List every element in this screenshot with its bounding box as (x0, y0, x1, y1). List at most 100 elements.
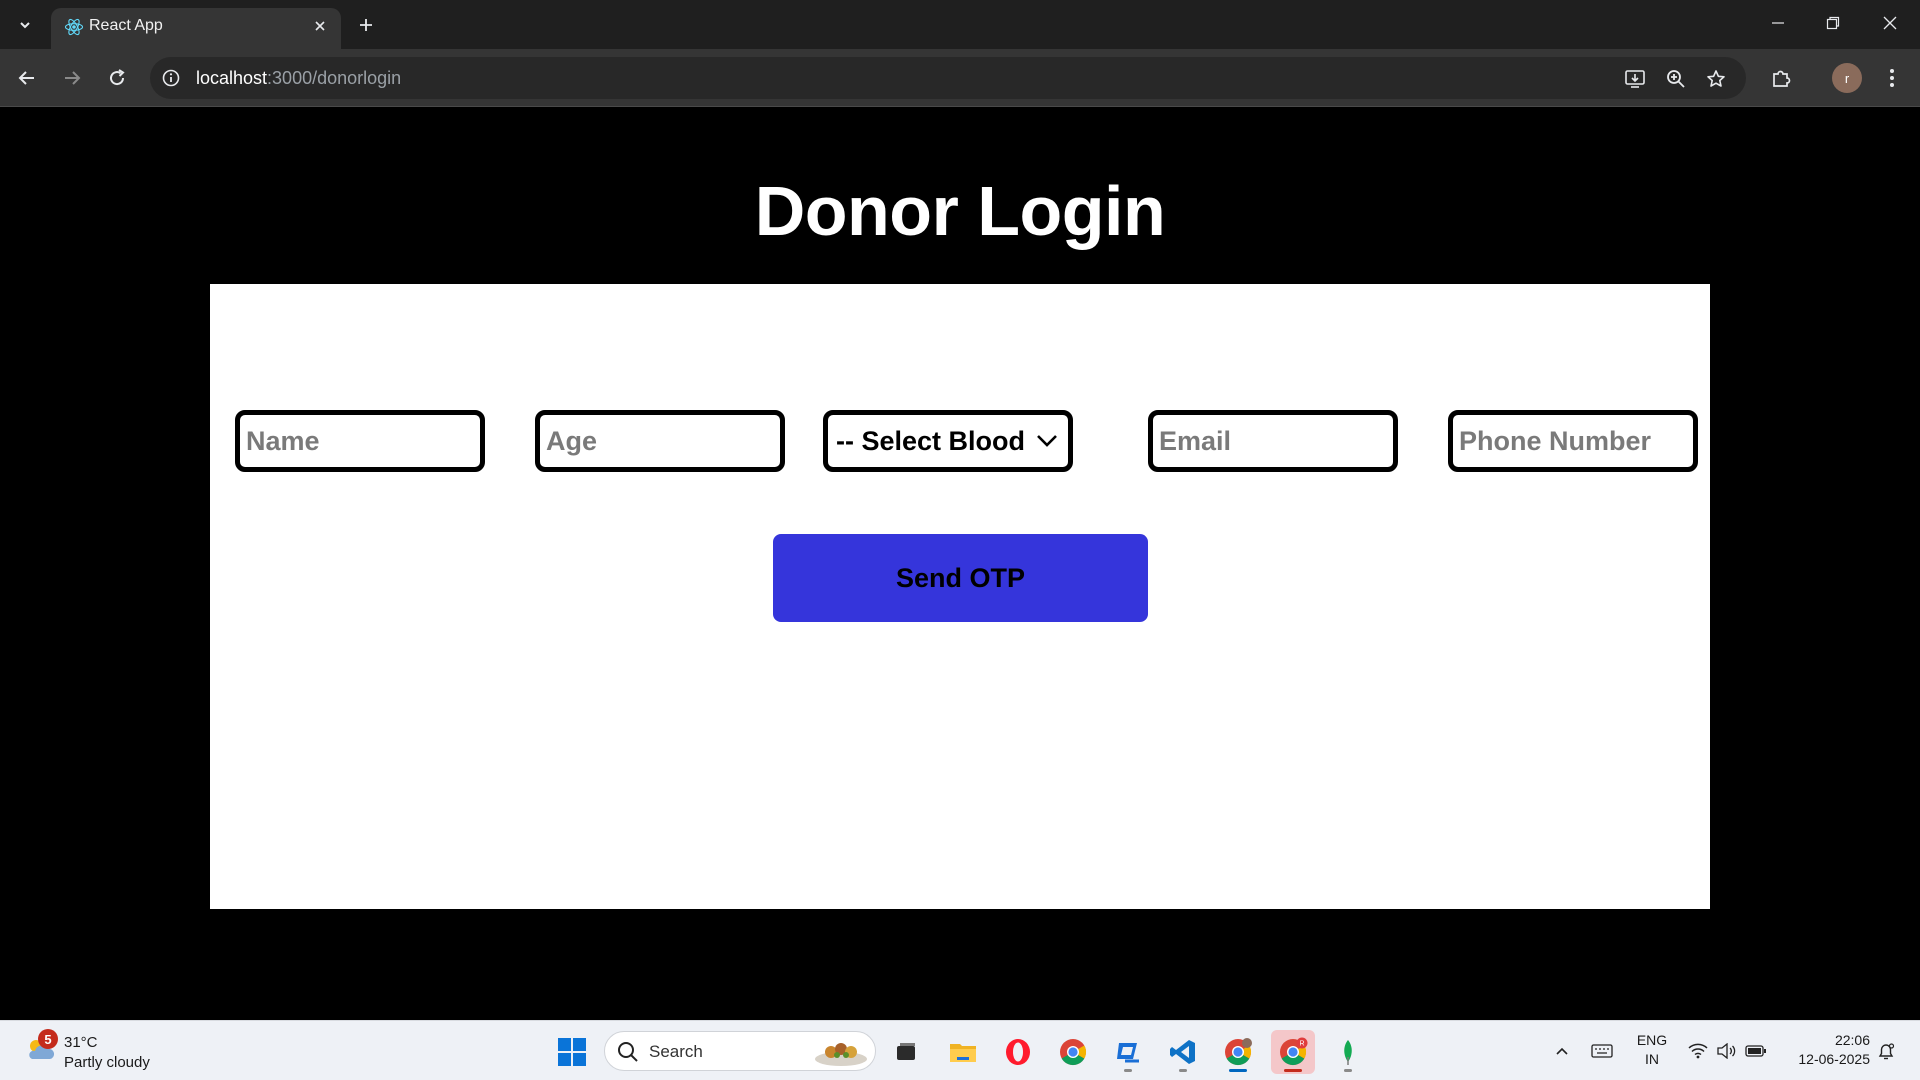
page-title: Donor Login (754, 172, 1166, 250)
weather-condition: Partly cloudy (64, 1054, 150, 1071)
browser-tab[interactable]: React App (51, 8, 341, 49)
chrome-profile-r-button[interactable] (1216, 1030, 1260, 1074)
restore-button[interactable] (1813, 8, 1853, 38)
info-icon (162, 69, 180, 87)
mongodb-compass-button[interactable] (1326, 1030, 1370, 1074)
url-text: localhost:3000/donorlogin (196, 68, 401, 88)
task-view-button[interactable] (884, 1030, 928, 1074)
running-indicator (1344, 1069, 1352, 1072)
taskbar-search[interactable]: Search (604, 1031, 876, 1071)
browser-toolbar: localhost:3000/donorlogin r (0, 49, 1920, 107)
folder-icon (950, 1044, 976, 1062)
copilot-icon (1117, 1043, 1139, 1063)
browser-menu-button[interactable] (1876, 62, 1908, 94)
blood-group-select[interactable]: -- Select Blood (823, 410, 1073, 472)
copilot-button[interactable] (1106, 1030, 1150, 1074)
volume-status[interactable] (1714, 1039, 1738, 1063)
tab-search-button[interactable] (10, 10, 40, 40)
speaker-icon (1717, 1043, 1736, 1059)
keyboard-icon (1591, 1044, 1613, 1058)
close-window-button[interactable] (1870, 8, 1910, 38)
tab-title: React App (89, 17, 163, 34)
new-tab-button[interactable] (352, 11, 380, 39)
send-otp-button[interactable]: Send OTP (773, 534, 1148, 622)
task-view-icon (897, 1043, 915, 1060)
close-icon (1883, 16, 1897, 30)
site-info-button[interactable] (160, 67, 182, 89)
plus-icon (360, 19, 372, 31)
url-host: localhost (196, 68, 268, 88)
search-label: Search (649, 1042, 703, 1061)
url-path: :3000/donorlogin (267, 68, 402, 88)
restore-icon (1826, 16, 1840, 30)
bookmark-button[interactable] (1703, 66, 1729, 92)
puzzle-icon (1773, 70, 1791, 87)
minimize-icon (1772, 22, 1784, 24)
react-logo-icon (64, 18, 84, 36)
install-icon (1625, 70, 1645, 88)
search-highlight-food-icon (815, 1043, 867, 1066)
running-indicator (1179, 1069, 1187, 1072)
taskbar-clock[interactable]: 22:06 12-06-2025 (1782, 1031, 1870, 1069)
tab-close-button[interactable] (309, 15, 331, 37)
zoom-icon (1667, 70, 1685, 88)
file-explorer-button[interactable] (941, 1030, 985, 1074)
email-input[interactable] (1148, 410, 1398, 472)
install-app-button[interactable] (1622, 66, 1648, 92)
wifi-status[interactable] (1686, 1039, 1710, 1063)
zoom-button[interactable] (1663, 66, 1689, 92)
weather-temperature: 31°C (64, 1034, 98, 1051)
show-hidden-icons-button[interactable] (1550, 1039, 1574, 1063)
chevron-down-icon (20, 22, 30, 29)
chrome-active-button[interactable]: R (1271, 1030, 1315, 1074)
extensions-button[interactable] (1765, 62, 1797, 94)
star-icon (1707, 70, 1725, 87)
chevron-up-icon (1556, 1047, 1568, 1055)
active-indicator (1284, 1069, 1302, 1072)
wifi-icon (1688, 1043, 1708, 1059)
notifications-button[interactable] (1874, 1039, 1898, 1063)
vscode-button[interactable] (1161, 1030, 1205, 1074)
opera-icon (1006, 1039, 1030, 1065)
arrow-right-icon (65, 71, 81, 85)
weather-widget[interactable]: 5 31°C Partly cloudy (20, 1029, 180, 1073)
forward-button[interactable] (56, 62, 88, 94)
age-input[interactable] (535, 410, 785, 472)
reload-button[interactable] (101, 62, 133, 94)
battery-status[interactable] (1744, 1039, 1768, 1063)
chrome-icon (1225, 1038, 1252, 1066)
clock-date: 12-06-2025 (1798, 1051, 1870, 1067)
more-vert-icon (1890, 69, 1894, 87)
chrome-profile-badge: R (1299, 1041, 1304, 1048)
running-indicator (1229, 1069, 1247, 1072)
page-viewport: Donor Login -- Select Blood Send OTP (0, 108, 1920, 1020)
vscode-icon (1170, 1040, 1195, 1064)
chrome-icon (1060, 1039, 1087, 1066)
name-input[interactable] (235, 410, 485, 472)
mongodb-leaf-icon (1344, 1040, 1352, 1065)
minimize-button[interactable] (1758, 8, 1798, 38)
windows-logo-icon (558, 1038, 586, 1066)
login-card: -- Select Blood Send OTP (210, 284, 1710, 909)
start-button[interactable] (550, 1030, 594, 1074)
address-bar[interactable]: localhost:3000/donorlogin (150, 57, 1746, 99)
running-indicator (1124, 1069, 1132, 1072)
browser-tabstrip: React App (0, 0, 1920, 49)
chrome-button[interactable] (1051, 1030, 1095, 1074)
lang-line-1: ENG (1636, 1032, 1668, 1048)
windows-taskbar: 5 31°C Partly cloudy Search R ENG IN 22:… (0, 1020, 1920, 1080)
bell-settings-icon (1878, 1043, 1895, 1060)
clock-time: 22:06 (1834, 1032, 1870, 1048)
input-language-indicator[interactable]: ENG IN (1632, 1031, 1672, 1069)
close-icon (315, 21, 325, 31)
opera-button[interactable] (996, 1030, 1040, 1074)
phone-input[interactable] (1448, 410, 1698, 472)
arrow-left-icon (18, 71, 34, 85)
back-button[interactable] (11, 62, 43, 94)
touch-keyboard-button[interactable] (1590, 1039, 1614, 1063)
profile-avatar[interactable]: r (1832, 63, 1862, 93)
reload-icon (110, 69, 125, 86)
chevron-down-icon (1037, 435, 1057, 447)
lang-line-2: IN (1645, 1051, 1659, 1067)
chrome-icon: R (1280, 1037, 1308, 1066)
